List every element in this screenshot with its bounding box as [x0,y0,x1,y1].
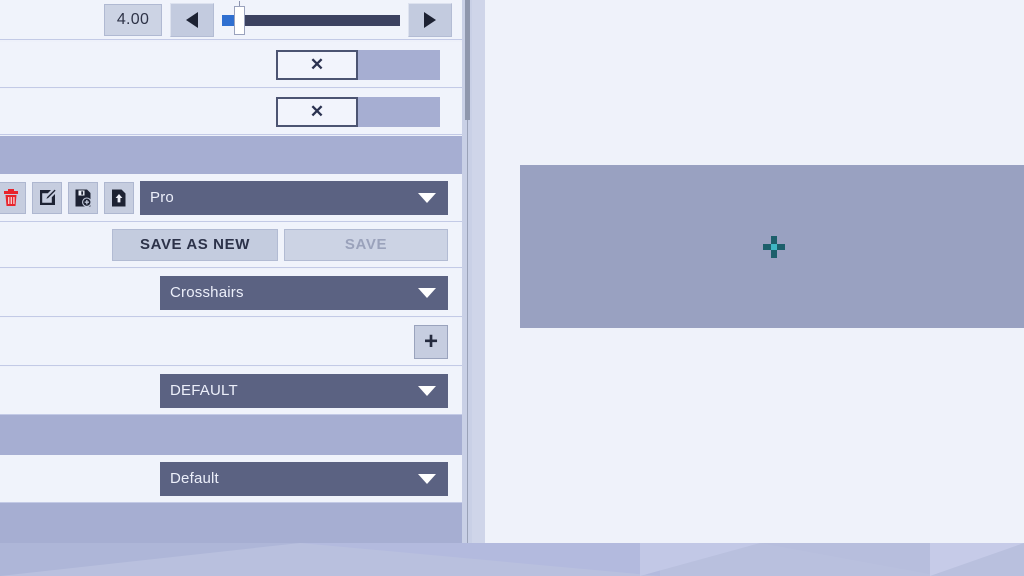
crosshair-center [771,244,777,250]
chevron-down-icon [418,287,436,298]
bottom-dropdown-row: Default [0,455,462,503]
style-dropdown[interactable]: Crosshairs [160,275,448,310]
add-button[interactable]: + [414,324,448,359]
trash-icon [3,188,19,207]
triangle-right-icon [424,11,436,28]
default-dropdown[interactable]: DEFAULT [160,373,448,408]
meter-block [358,96,440,127]
preset-dropdown-value: Pro [150,189,174,206]
wallpaper-polygon [930,543,1024,576]
wallpaper-polygon [640,543,760,576]
x-button[interactable]: ✕ [276,49,358,80]
decrement-button[interactable] [170,2,214,37]
save-button[interactable]: SAVE [284,228,448,261]
x-button[interactable]: ✕ [276,96,358,127]
parameter-panel: 4.00 ✕ ✕ Pro SAVE AS NEW SAVE Crosshairs… [0,0,462,543]
value-field[interactable]: 4.00 [104,3,162,36]
meter-block [358,49,440,80]
panel-scrollbar[interactable] [462,0,472,543]
bottom-dropdown[interactable]: Default [160,461,448,496]
default-dropdown-value: DEFAULT [170,382,238,399]
add-item-row: + [0,318,462,366]
parameter-slider[interactable] [222,0,400,37]
chevron-down-icon [418,192,436,203]
bottom-dropdown-value: Default [170,470,219,487]
rename-preset-button[interactable] [32,181,62,214]
editor-panel[interactable] [485,0,1024,543]
preset-toolbar-row: Pro [0,174,462,222]
import-icon [111,189,127,207]
preset-dropdown[interactable]: Pro [140,180,448,215]
preset-save-row: SAVE AS NEW SAVE [0,222,462,268]
section-divider-band [0,503,462,543]
default-dropdown-row: DEFAULT [0,367,462,415]
save-as-icon [75,189,92,207]
bypass-row-1: ✕ [0,42,462,88]
slider-parameter-row: 4.00 [0,0,462,40]
wallpaper-polygon [0,543,300,576]
section-divider-band [0,415,462,455]
delete-preset-button[interactable] [0,181,26,214]
chevron-down-icon [418,385,436,396]
scrollbar-rail [467,120,468,543]
wallpaper-polygon [300,543,660,576]
triangle-left-icon [186,11,198,28]
save-as-new-button[interactable]: SAVE AS NEW [112,228,278,261]
style-dropdown-value: Crosshairs [170,284,244,301]
load-preset-button[interactable] [104,181,134,214]
scrollbar-thumb[interactable] [465,0,470,120]
application-window: 4.00 ✕ ✕ Pro SAVE AS NEW SAVE Crosshairs… [0,0,1024,543]
save-as-preset-button[interactable] [68,181,98,214]
increment-button[interactable] [408,2,452,37]
bypass-row-2: ✕ [0,89,462,135]
slider-track [222,14,400,26]
chevron-down-icon [418,473,436,484]
edit-pencil-icon [39,189,56,206]
style-dropdown-row: Crosshairs [0,269,462,317]
panel-gutter [472,0,485,543]
wallpaper-polygon [760,543,940,576]
crosshair-cursor [759,232,789,262]
section-divider-band [0,136,462,174]
slider-handle[interactable] [234,5,245,35]
